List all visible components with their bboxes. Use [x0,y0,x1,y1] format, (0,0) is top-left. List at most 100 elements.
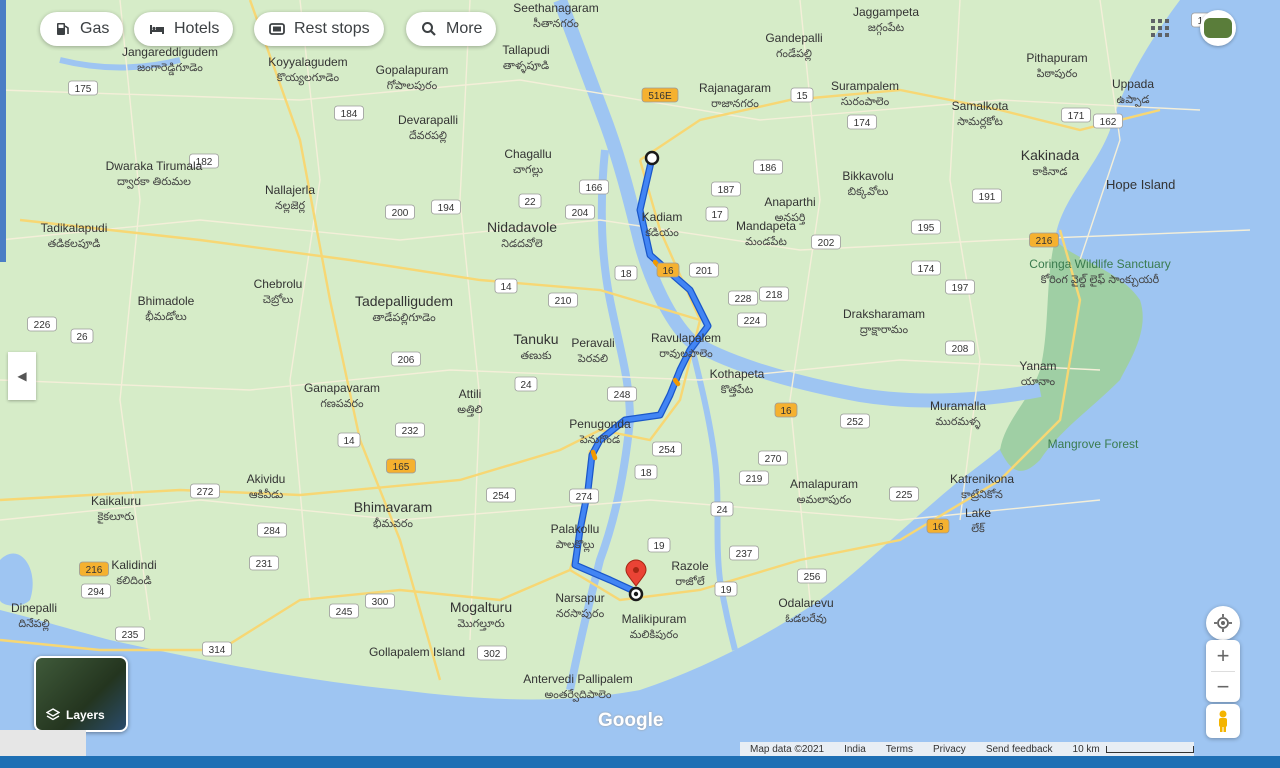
place-label-native: జగ్గంపేట [868,21,905,36]
scale-label[interactable]: 10 km [1063,744,1110,755]
highway-shield: 272 [190,483,220,499]
terms-link[interactable]: Terms [876,744,923,755]
place-label-native: పెరవలి [577,353,608,365]
highway-shield: 202 [811,234,841,250]
my-location-button[interactable] [1206,606,1240,640]
svg-text:14: 14 [500,282,512,293]
svg-text:300: 300 [372,597,389,608]
collapse-panel-button[interactable]: ◀ [8,352,36,400]
svg-text:165: 165 [393,462,410,473]
place-label-native: బిక్కవోలు [848,185,889,199]
rest-stops-button[interactable]: Rest stops [254,12,384,46]
place-label-native: రావులపాలెం [659,348,713,360]
svg-text:208: 208 [952,344,969,355]
place-label: Draksharamam [843,307,925,321]
highway-shield: 18 [614,265,638,281]
place-label-native: తడికలపూడి [48,238,101,250]
chevron-left-icon: ◀ [17,369,27,383]
svg-text:256: 256 [804,572,821,583]
layers-icon [46,708,60,721]
country-link[interactable]: India [834,744,876,755]
privacy-link[interactable]: Privacy [923,744,976,755]
place-label: Coringa Wildlife Sanctuary [1029,257,1170,271]
place-label: Bhimadole [138,294,195,308]
rest-stop-icon [269,23,285,35]
place-label: Dwaraka Tirumala [106,159,203,173]
pegman-button[interactable] [1206,704,1240,738]
highway-shield: 195 [911,219,941,235]
svg-text:19: 19 [653,541,665,552]
highway-shield: 302 [477,645,507,661]
svg-text:294: 294 [88,587,105,598]
highway-shield: 274 [569,488,599,504]
svg-text:174: 174 [854,118,871,129]
highway-shield: 16 [926,518,950,534]
place-label-native: కలిదిండి [116,575,151,587]
highway-shield: 194 [431,199,461,215]
place-label-native: మండపేట [745,235,787,248]
place-label-native: కైకలూరు [98,511,135,524]
plus-icon: + [1216,642,1230,668]
highway-shield: 248 [607,386,637,402]
place-label-native: భీమడోలు [145,310,187,323]
highway-shield: 175 [68,80,98,96]
highway-shield: 191 [972,188,1002,204]
scale-bar [1105,745,1194,753]
send-feedback-link[interactable]: Send feedback [976,744,1063,755]
place-label-native: నరసాపురం [556,608,605,620]
route-start-marker[interactable] [644,150,660,166]
place-label: Surampalem [831,79,899,93]
highway-shield: 187 [711,181,741,197]
place-label: Muramalla [930,399,986,413]
svg-text:24: 24 [716,505,728,516]
place-label-native: జంగారెడ్డిగూడెం [137,62,203,76]
svg-text:231: 231 [256,559,273,570]
highway-shield: 162 [1093,113,1123,129]
svg-text:218: 218 [766,290,783,301]
svg-text:162: 162 [1100,117,1117,128]
place-label: Nidadavole [487,219,557,235]
place-label-native: తాళ్ళపూడి [503,60,549,74]
more-button[interactable]: More [406,12,497,46]
gas-button[interactable]: Gas [40,12,124,46]
place-label: Katrenikona [950,472,1014,486]
svg-text:284: 284 [264,526,281,537]
svg-text:270: 270 [765,454,782,465]
place-label: Kakinada [1021,147,1080,163]
highway-shield: 19 [647,537,671,553]
svg-text:16: 16 [780,406,792,417]
svg-text:15: 15 [796,91,808,102]
apps-grid-icon[interactable] [1148,16,1172,40]
layers-button[interactable]: Layers [34,656,128,732]
crosshair-icon [1214,614,1232,632]
highway-shield: 219 [739,470,769,486]
highway-shield: 235 [115,626,145,642]
place-label-native: మొగల్తూరు [457,618,505,631]
place-label-native: పెనుగొండ [579,434,620,446]
account-avatar[interactable] [1200,10,1236,46]
zoom-in-button[interactable]: + [1217,641,1230,671]
highway-shield: 218 [759,286,789,302]
map-canvas[interactable]: 516E151741711621631751841861871719118220… [0,0,1280,768]
highway-shield: 24 [514,376,538,392]
place-label-native: ద్రాక్షారామం [860,324,909,337]
more-label: More [446,20,483,37]
place-label-native: భీమవరం [373,517,413,530]
svg-text:171: 171 [1068,111,1085,122]
highway-shield: 17 [705,206,729,222]
place-label: Amalapuram [790,477,858,491]
svg-text:235: 235 [122,630,139,641]
place-label-native: ఓడలరేవు [785,612,827,625]
place-label-native: గణపవరం [320,398,364,410]
place-label: Devarapalli [398,113,458,127]
highway-shield: 232 [395,422,425,438]
place-label: Kaikaluru [91,494,141,508]
place-label: Kothapeta [710,367,765,381]
zoom-out-button[interactable]: − [1217,672,1230,702]
place-label: Nallajerla [265,183,315,197]
hotels-button[interactable]: Hotels [134,12,234,46]
svg-text:226: 226 [34,320,51,331]
place-label-native: తాడేపల్లిగూడెం [372,311,436,326]
window-edge [0,0,6,262]
highway-shield: 186 [753,159,783,175]
